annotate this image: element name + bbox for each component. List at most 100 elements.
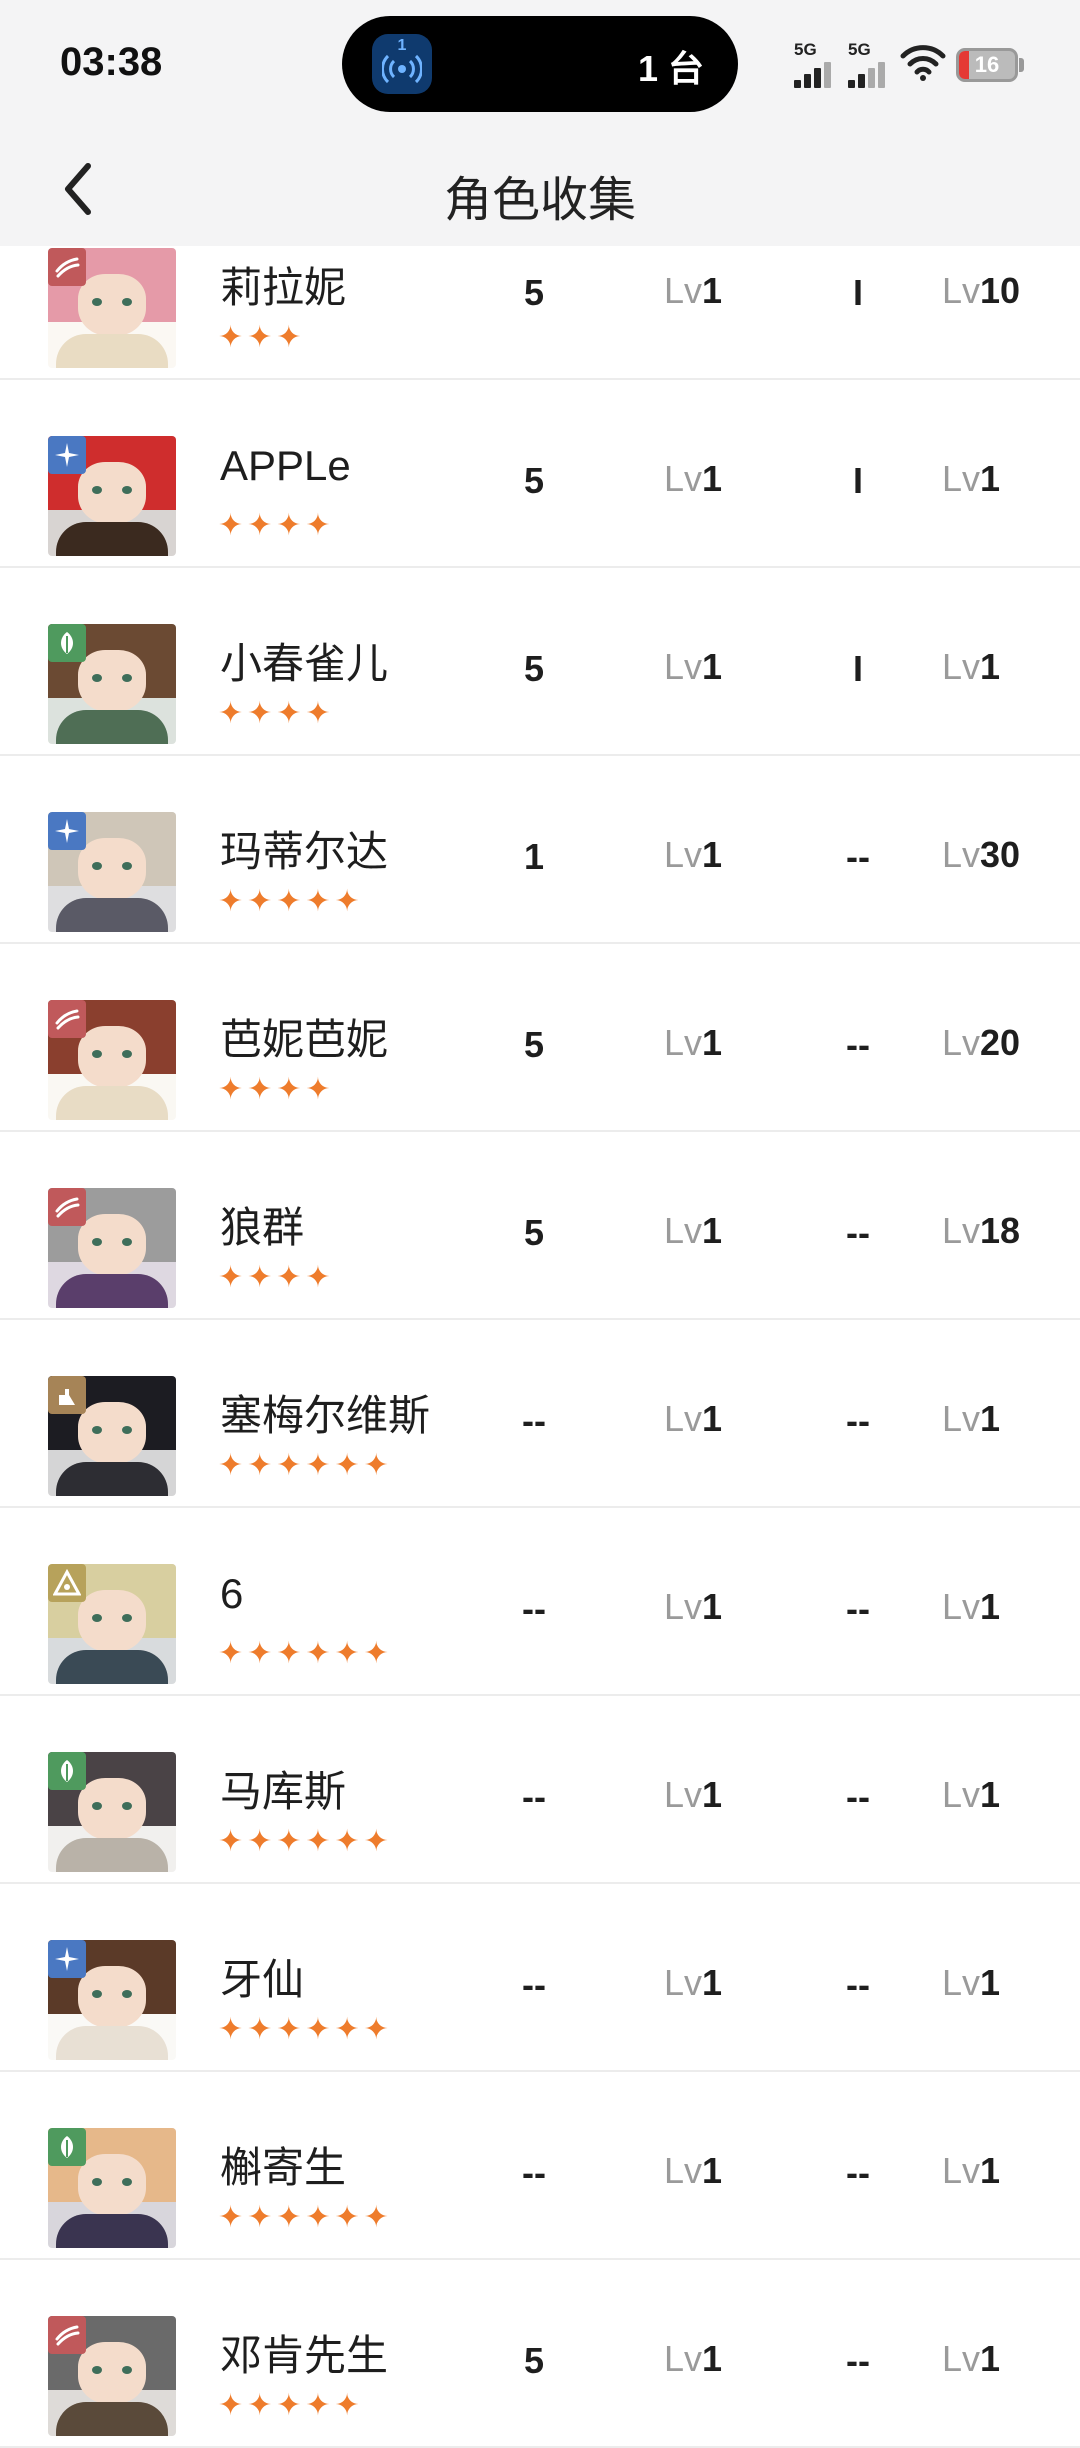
level-prefix: Lv: [664, 1210, 703, 1251]
level-prefix: Lv: [664, 270, 703, 311]
rank-value: --: [846, 2152, 870, 2193]
rank-value: I: [852, 648, 863, 689]
stat-value: --: [522, 1588, 546, 1629]
element-star-icon: [48, 1940, 86, 1978]
stat-value: 5: [523, 460, 545, 501]
level-number: 1: [980, 458, 1001, 499]
element-pyramid-icon: [48, 1564, 86, 1602]
level-value: Lv1: [664, 270, 722, 312]
level-prefix: Lv: [942, 834, 981, 875]
stat-value: 5: [523, 1024, 545, 1065]
level-prefix: Lv: [942, 1962, 981, 2003]
character-avatar: [48, 1376, 176, 1496]
level-prefix: Lv: [664, 1774, 703, 1815]
character-row[interactable]: 槲寄生 ✦✦✦✦✦✦ -- Lv1 -- Lv1: [0, 2072, 1080, 2260]
character-name: 槲寄生: [220, 2144, 347, 2191]
dynamic-island[interactable]: 1 1 台: [342, 16, 738, 112]
level-prefix: Lv: [942, 1022, 981, 1063]
character-row[interactable]: 塞梅尔维斯 ✦✦✦✦✦✦ -- Lv1 -- Lv1: [0, 1320, 1080, 1508]
level-prefix: Lv: [942, 1210, 981, 1251]
island-badge: 1: [397, 37, 407, 54]
character-row[interactable]: 马库斯 ✦✦✦✦✦✦ -- Lv1 -- Lv1: [0, 1696, 1080, 1884]
star-rating: ✦✦✦✦✦: [218, 885, 364, 918]
character-row[interactable]: 6 ✦✦✦✦✦✦ -- Lv1 -- Lv1: [0, 1508, 1080, 1696]
element-flask-icon: [48, 1376, 86, 1414]
character-avatar: [48, 248, 176, 368]
level-number: 1: [702, 1398, 723, 1439]
level-value: Lv30: [942, 834, 1020, 876]
character-list[interactable]: 莉拉妮 ✦✦✦ 5 Lv1 I Lv10 APPLe ✦✦✦✦ 5 Lv1 I Lv1 小春雀儿 ✦✦✦✦…: [0, 192, 1080, 2448]
rank-value: --: [846, 1776, 870, 1817]
level-prefix: Lv: [664, 2338, 703, 2379]
level-value: Lv1: [664, 1398, 722, 1440]
character-row[interactable]: APPLe ✦✦✦✦ 5 Lv1 I Lv1: [0, 380, 1080, 568]
level-value: Lv1: [664, 1586, 722, 1628]
level-prefix: Lv: [664, 1398, 703, 1439]
element-leaf-icon: [48, 624, 86, 662]
element-leaf-icon: [48, 2128, 86, 2166]
level-value: Lv20: [942, 1022, 1020, 1064]
signal-label: 5G: [794, 40, 817, 59]
element-star-icon: [48, 436, 86, 474]
rank-value: --: [846, 1588, 870, 1629]
level-prefix: Lv: [942, 2150, 981, 2191]
star-rating: ✦✦✦✦✦✦: [218, 1637, 393, 1670]
character-row[interactable]: 邓肯先生 ✦✦✦✦✦ 5 Lv1 -- Lv1: [0, 2260, 1080, 2448]
star-rating: ✦✦✦✦: [218, 1073, 335, 1106]
level-value: Lv1: [942, 1774, 1000, 1816]
level-prefix: Lv: [942, 2338, 981, 2379]
level-number: 1: [980, 1398, 1001, 1439]
level-number: 1: [702, 834, 723, 875]
character-name: 6: [220, 1570, 244, 1617]
signal-label: 5G: [848, 40, 871, 59]
level-prefix: Lv: [942, 458, 981, 499]
level-prefix: Lv: [942, 1586, 981, 1627]
level-prefix: Lv: [942, 1398, 981, 1439]
level-number: 1: [980, 1962, 1001, 2003]
level-number: 1: [702, 1022, 723, 1063]
character-avatar: [48, 1564, 176, 1684]
character-row[interactable]: 玛蒂尔达 ✦✦✦✦✦ 1 Lv1 -- Lv30: [0, 756, 1080, 944]
level-prefix: Lv: [664, 1022, 703, 1063]
level-number: 1: [702, 1210, 723, 1251]
level-value: Lv18: [942, 1210, 1020, 1252]
element-claw-icon: [48, 248, 86, 286]
stat-value: 5: [523, 272, 545, 313]
level-number: 10: [980, 270, 1021, 311]
level-value: Lv1: [942, 2150, 1000, 2192]
level-value: Lv1: [942, 1962, 1000, 2004]
character-avatar: [48, 1000, 176, 1120]
level-prefix: Lv: [942, 646, 981, 687]
level-prefix: Lv: [664, 1586, 703, 1627]
star-rating: ✦✦✦: [218, 321, 306, 354]
page-title: 角色收集: [443, 174, 636, 227]
element-claw-icon: [48, 2316, 86, 2354]
character-avatar: [48, 436, 176, 556]
rank-value: --: [846, 1024, 870, 1065]
character-name: 狼群: [220, 1204, 305, 1251]
level-value: Lv1: [942, 1586, 1000, 1628]
character-row[interactable]: 小春雀儿 ✦✦✦✦ 5 Lv1 I Lv1: [0, 568, 1080, 756]
character-name: 小春雀儿: [220, 640, 389, 687]
stat-value: 5: [523, 648, 545, 689]
character-row[interactable]: 狼群 ✦✦✦✦ 5 Lv1 -- Lv18: [0, 1132, 1080, 1320]
level-value: Lv1: [664, 646, 722, 688]
level-prefix: Lv: [664, 458, 703, 499]
rank-value: --: [846, 836, 870, 877]
broadcast-icon: 1: [372, 34, 432, 94]
level-value: Lv1: [664, 1962, 722, 2004]
element-star-icon: [48, 812, 86, 850]
level-number: 1: [702, 1962, 723, 2003]
level-value: Lv1: [942, 1398, 1000, 1440]
character-row[interactable]: 芭妮芭妮 ✦✦✦✦ 5 Lv1 -- Lv20: [0, 944, 1080, 1132]
level-number: 1: [702, 458, 723, 499]
stat-value: 5: [523, 1212, 545, 1253]
star-rating: ✦✦✦✦: [218, 1261, 335, 1294]
character-row[interactable]: 牙仙 ✦✦✦✦✦✦ -- Lv1 -- Lv1: [0, 1884, 1080, 2072]
stat-value: --: [522, 2152, 546, 2193]
star-rating: ✦✦✦✦✦✦: [218, 2013, 393, 2046]
character-name: 牙仙: [220, 1956, 305, 2003]
battery-tip: [1019, 58, 1024, 72]
rank-value: I: [852, 460, 863, 501]
character-avatar: [48, 624, 176, 744]
